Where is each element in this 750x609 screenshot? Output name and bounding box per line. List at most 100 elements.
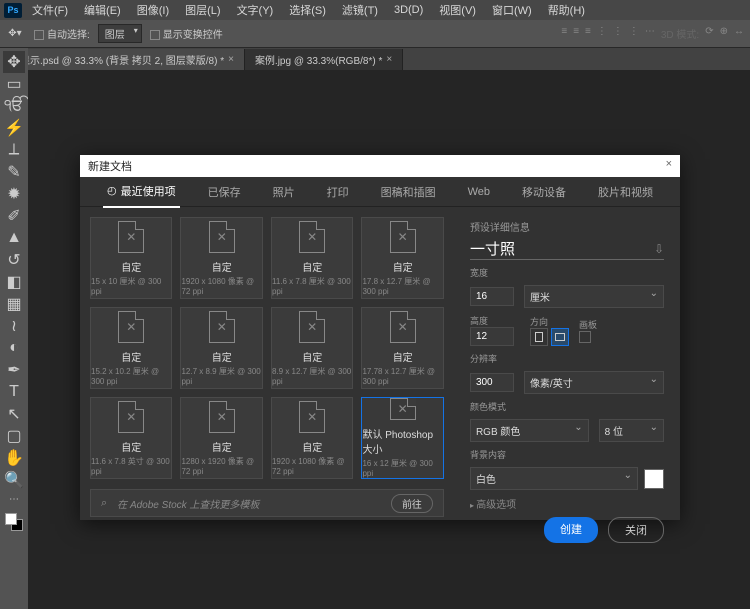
preset-name: 自定 <box>212 259 232 274</box>
menu-3d[interactable]: 3D(D) <box>388 2 429 18</box>
healing-tool[interactable]: ✹ <box>3 183 25 205</box>
advanced-options-toggle[interactable]: 高级选项 <box>470 496 664 511</box>
document-tab[interactable]: 案例.jpg @ 33.3%(RGB/8*) * × <box>245 49 403 70</box>
history-brush-tool[interactable]: ↺ <box>3 249 25 271</box>
blur-tool[interactable]: ≀ <box>3 315 25 337</box>
menu-view[interactable]: 视图(V) <box>433 0 482 20</box>
go-button[interactable]: 前往 <box>391 494 433 513</box>
auto-select-target[interactable]: 图层 <box>98 24 142 43</box>
tab-mobile[interactable]: 移动设备 <box>518 177 570 207</box>
auto-select-checkbox[interactable] <box>34 30 44 40</box>
close-button[interactable]: 关闭 <box>608 517 664 543</box>
align-icon[interactable]: ≡ <box>573 26 579 41</box>
menu-window[interactable]: 窗口(W) <box>486 0 538 20</box>
color-swatches[interactable] <box>5 513 23 531</box>
crop-tool[interactable]: ⟂ <box>3 139 25 161</box>
preset-dimensions: 15 x 10 厘米 @ 300 ppi <box>91 276 171 296</box>
background-select[interactable]: 白色 <box>470 467 638 490</box>
lasso-tool[interactable]: ੴ <box>3 95 25 117</box>
close-icon[interactable]: × <box>228 54 234 65</box>
document-name-input[interactable] <box>470 240 654 257</box>
brush-tool[interactable]: ✐ <box>3 205 25 227</box>
align-icon[interactable]: ≡ <box>585 26 591 41</box>
artboard-checkbox[interactable] <box>579 331 591 343</box>
align-icon[interactable]: ⋮ <box>629 26 639 41</box>
eraser-tool[interactable]: ◧ <box>3 271 25 293</box>
menu-filter[interactable]: 滤镜(T) <box>336 0 384 20</box>
edit-toolbar[interactable]: ⋯ <box>3 491 25 507</box>
menu-help[interactable]: 帮助(H) <box>542 0 591 20</box>
align-icon[interactable]: ⋯ <box>645 26 655 41</box>
preset-dimensions: 17.8 x 12.7 厘米 @ 300 ppi <box>362 276 442 296</box>
stock-search-input[interactable]: 在 Adobe Stock 上查找更多模板 <box>117 496 381 511</box>
preset-item[interactable]: 自定15.2 x 10.2 厘米 @ 300 ppi <box>90 307 172 389</box>
preset-item[interactable]: 自定15 x 10 厘米 @ 300 ppi <box>90 217 172 299</box>
tab-print[interactable]: 打印 <box>323 177 353 207</box>
3d-icon[interactable]: ⊕ <box>720 26 728 41</box>
tab-label: 案例.jpg @ 33.3%(RGB/8*) * <box>255 52 382 67</box>
width-unit-select[interactable]: 厘米 <box>524 285 664 308</box>
hand-tool[interactable]: ✋ <box>3 447 25 469</box>
eyedropper-tool[interactable]: ✎ <box>3 161 25 183</box>
align-icon[interactable]: ⋮ <box>613 26 623 41</box>
zoom-tool[interactable]: 🔍 <box>3 469 25 491</box>
document-tab[interactable]: 目显示.psd @ 33.3% (背景 拷贝 2, 图层蒙版/8) * × <box>0 49 245 70</box>
stamp-tool[interactable]: ▲ <box>3 227 25 249</box>
tab-recent[interactable]: ◴最近使用项 <box>103 176 180 208</box>
move-tool-indicator: ✥▾ <box>4 23 26 45</box>
menu-select[interactable]: 选择(S) <box>283 0 332 20</box>
preset-item[interactable]: 自定11.6 x 7.8 英寸 @ 300 ppi <box>90 397 172 479</box>
resolution-input[interactable] <box>470 373 514 392</box>
preset-item[interactable]: 自定1280 x 1920 像素 @ 72 ppi <box>180 397 262 479</box>
orientation-portrait[interactable] <box>530 328 548 346</box>
resolution-label: 分辨率 <box>470 352 664 365</box>
bit-depth-select[interactable]: 8 位 <box>599 419 664 442</box>
align-icon[interactable]: ⋮ <box>597 26 607 41</box>
resolution-unit-select[interactable]: 像素/英寸 <box>524 371 664 394</box>
new-document-dialog: 新建文档 × ◴最近使用项 已保存 照片 打印 图稿和插图 Web 移动设备 胶… <box>80 155 680 520</box>
preset-item[interactable]: 自定8.9 x 12.7 厘米 @ 300 ppi <box>271 307 353 389</box>
show-transform-checkbox[interactable] <box>150 30 160 40</box>
background-swatch[interactable] <box>644 469 664 489</box>
preset-item[interactable]: 自定17.8 x 12.7 厘米 @ 300 ppi <box>361 217 443 299</box>
color-mode-select[interactable]: RGB 颜色 <box>470 419 589 442</box>
marquee-tool[interactable]: ▭ <box>3 73 25 95</box>
shape-tool[interactable]: ▢ <box>3 425 25 447</box>
preset-item[interactable]: 自定17.78 x 12.7 厘米 @ 300 ppi <box>361 307 443 389</box>
preset-details-panel: 预设详细信息 ⇩ 宽度 厘米 高度 方向 <box>454 207 680 555</box>
align-icon[interactable]: ≡ <box>561 26 567 41</box>
tab-web[interactable]: Web <box>464 179 494 205</box>
tab-art[interactable]: 图稿和插图 <box>377 177 440 207</box>
width-input[interactable] <box>470 287 514 306</box>
fg-color[interactable] <box>5 513 17 525</box>
dodge-tool[interactable]: ◐ <box>3 337 25 359</box>
menu-layer[interactable]: 图层(L) <box>179 0 226 20</box>
menu-file[interactable]: 文件(F) <box>26 0 74 20</box>
create-button[interactable]: 创建 <box>544 517 598 543</box>
preset-item[interactable]: 自定11.6 x 7.8 厘米 @ 300 ppi <box>271 217 353 299</box>
tab-film[interactable]: 胶片和视频 <box>594 177 657 207</box>
move-tool[interactable]: ✥ <box>3 51 25 73</box>
menu-type[interactable]: 文字(Y) <box>231 0 280 20</box>
pen-tool[interactable]: ✒ <box>3 359 25 381</box>
type-tool[interactable]: T <box>3 381 25 403</box>
orientation-landscape[interactable] <box>551 328 569 346</box>
preset-item[interactable]: 自定1920 x 1080 像素 @ 72 ppi <box>271 397 353 479</box>
tab-saved[interactable]: 已保存 <box>204 177 245 207</box>
3d-icon[interactable]: ↔ <box>734 26 744 41</box>
height-input[interactable] <box>470 327 514 346</box>
save-preset-icon[interactable]: ⇩ <box>654 242 664 256</box>
preset-item[interactable]: 默认 Photoshop 大小16 x 12 厘米 @ 300 ppi <box>361 397 443 479</box>
magic-wand-tool[interactable]: ⚡ <box>3 117 25 139</box>
3d-icon[interactable]: ⟳ <box>705 26 713 41</box>
path-tool[interactable]: ↖ <box>3 403 25 425</box>
gradient-tool[interactable]: ▦ <box>3 293 25 315</box>
menu-image[interactable]: 图像(I) <box>131 0 175 20</box>
preset-item[interactable]: 自定12.7 x 8.9 厘米 @ 300 ppi <box>180 307 262 389</box>
preset-item[interactable]: 自定1920 x 1080 像素 @ 72 ppi <box>180 217 262 299</box>
stock-search-bar: ⌕ 在 Adobe Stock 上查找更多模板 前往 <box>90 489 444 517</box>
menu-edit[interactable]: 编辑(E) <box>78 0 127 20</box>
close-icon[interactable]: × <box>386 54 392 65</box>
close-icon[interactable]: × <box>666 158 672 174</box>
tab-photo[interactable]: 照片 <box>269 177 299 207</box>
